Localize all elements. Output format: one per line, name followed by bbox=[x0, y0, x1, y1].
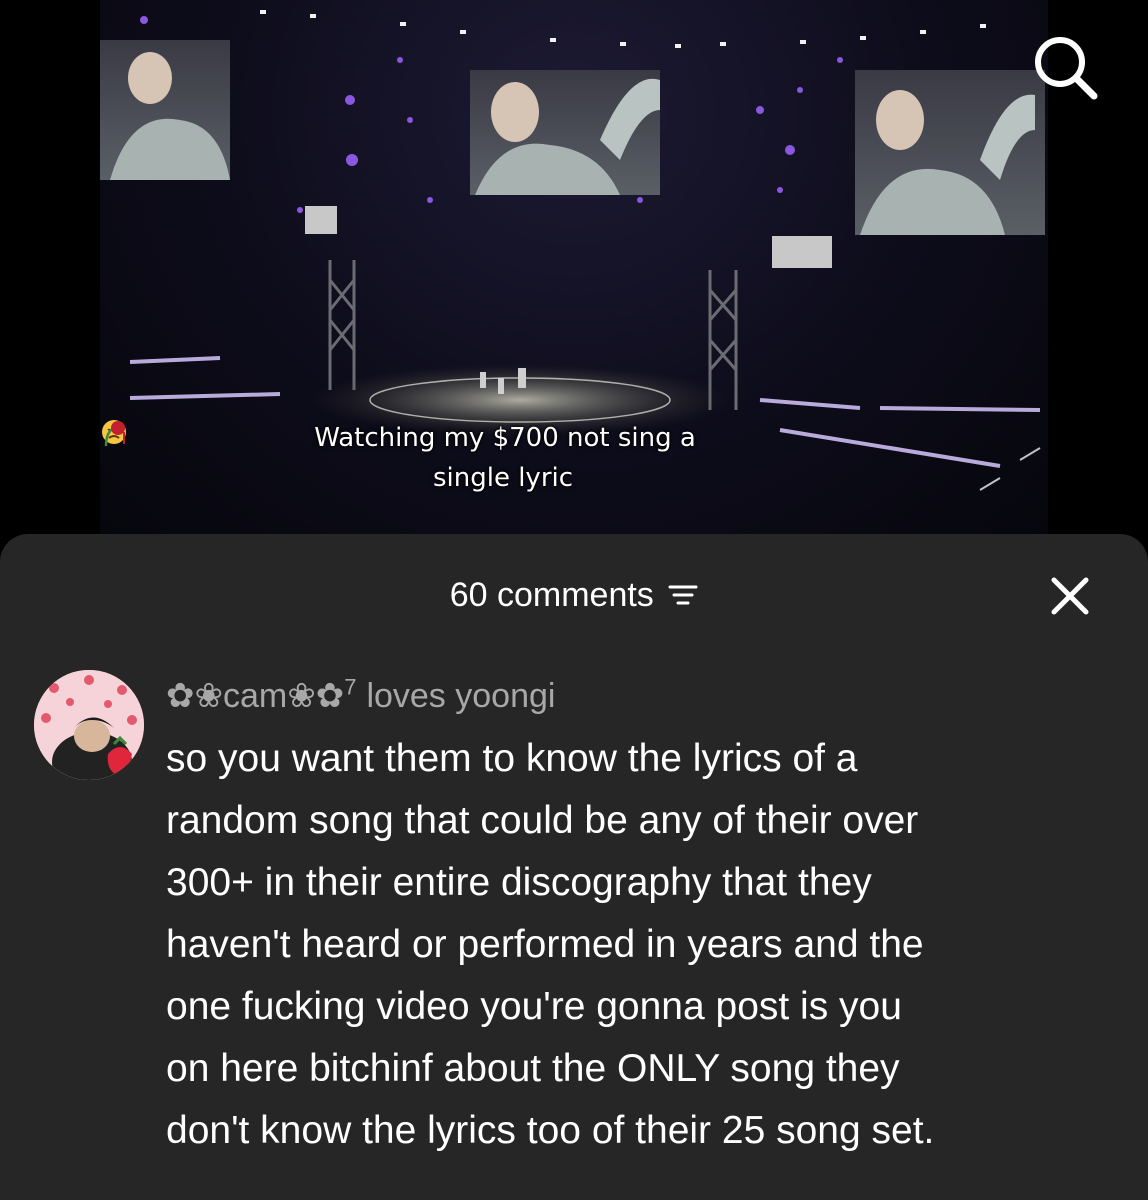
search-button[interactable] bbox=[1028, 30, 1102, 104]
caption-line-1: Watching my $700 not sing a bbox=[314, 423, 696, 453]
caption-line-2: single lyric bbox=[100, 420, 910, 498]
comment-text-line: on here bitchinf about the ONLY song the… bbox=[166, 1047, 900, 1090]
comment-text: so you want them to know the lyrics of a… bbox=[166, 728, 1126, 1162]
author-name: ✿❀cam❀✿ bbox=[166, 677, 345, 715]
comments-count: 60 comments bbox=[449, 576, 654, 614]
author-superscript: 7 bbox=[344, 674, 357, 700]
avatar[interactable] bbox=[34, 670, 144, 780]
video-caption: Watching my $700 not sing a single lyric bbox=[100, 418, 910, 498]
comment-text-line: one fucking video you're gonna post is y… bbox=[166, 985, 902, 1028]
app-screen: Watching my $700 not sing a single lyric… bbox=[0, 0, 1148, 1200]
video-player[interactable]: Watching my $700 not sing a single lyric bbox=[100, 0, 1048, 560]
close-icon bbox=[1051, 577, 1089, 615]
close-button[interactable] bbox=[1048, 574, 1092, 618]
caption-line-2-text: single lyric bbox=[432, 463, 574, 493]
comment-text-line: random song that could be any of their o… bbox=[166, 799, 919, 842]
comments-header: 60 comments bbox=[0, 570, 1148, 620]
author-tag: loves yoongi bbox=[366, 677, 556, 715]
search-icon bbox=[1035, 37, 1098, 100]
comment-text-line: haven't heard or performed in years and … bbox=[166, 923, 924, 966]
sort-icon[interactable] bbox=[668, 582, 698, 608]
comments-sheet: 60 comments ✿❀cam❀✿7 loves yoongi so you… bbox=[0, 534, 1148, 1200]
comment-text-line: 300+ in their entire discography that th… bbox=[166, 861, 872, 904]
comment-author[interactable]: ✿❀cam❀✿7 loves yoongi bbox=[166, 674, 555, 718]
comment-text-line: so you want them to know the lyrics of a bbox=[166, 737, 858, 780]
comment-text-line: don't know the lyrics too of their 25 so… bbox=[166, 1109, 935, 1152]
